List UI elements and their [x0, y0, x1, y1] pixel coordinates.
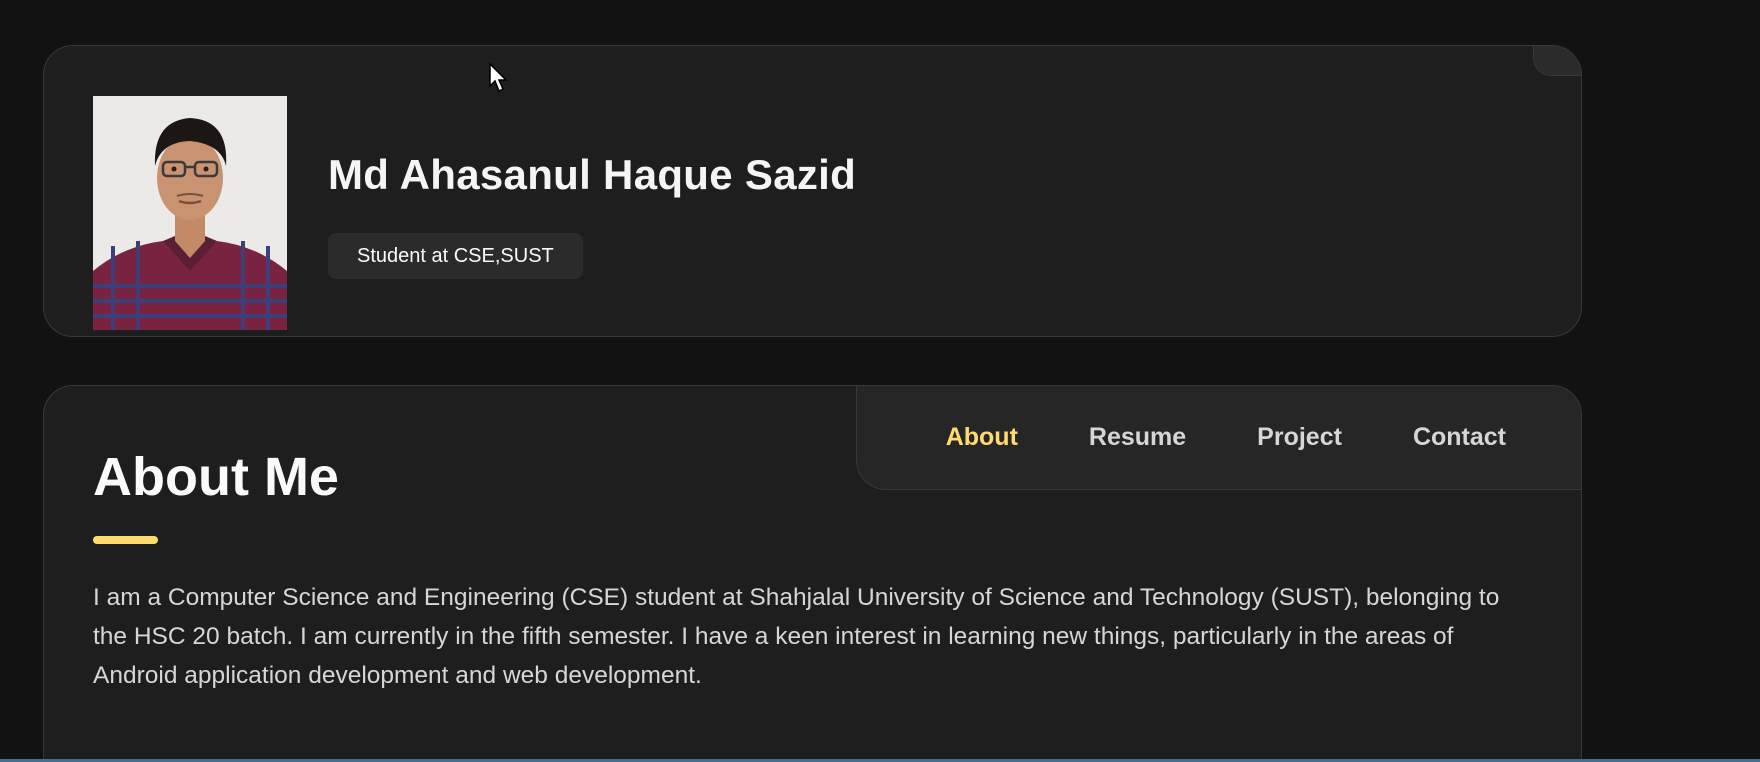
profile-name: Md Ahasanul Haque Sazid [328, 151, 857, 198]
profile-card: Md Ahasanul Haque Sazid Student at CSE,S… [43, 45, 1582, 337]
portfolio-page: Md Ahasanul Haque Sazid Student at CSE,S… [0, 0, 1760, 762]
about-heading: About Me [93, 447, 339, 507]
show-contacts-button[interactable] [1533, 46, 1581, 76]
avatar [93, 96, 287, 330]
mouse-cursor-icon [489, 63, 508, 93]
profile-title-badge: Student at CSE,SUST [328, 233, 583, 279]
avatar-photo [93, 96, 287, 330]
nav-contact-link[interactable]: Contact [1413, 423, 1506, 452]
nav-about-link[interactable]: About [946, 423, 1018, 452]
nav-project-link[interactable]: Project [1257, 423, 1342, 452]
about-paragraph: I am a Computer Science and Engineering … [93, 584, 1500, 689]
heading-underline [93, 536, 158, 544]
about-card: About Resume Project Contact About Me I … [43, 385, 1582, 762]
main-navbar: About Resume Project Contact [856, 386, 1581, 490]
nav-resume-link[interactable]: Resume [1089, 423, 1186, 452]
